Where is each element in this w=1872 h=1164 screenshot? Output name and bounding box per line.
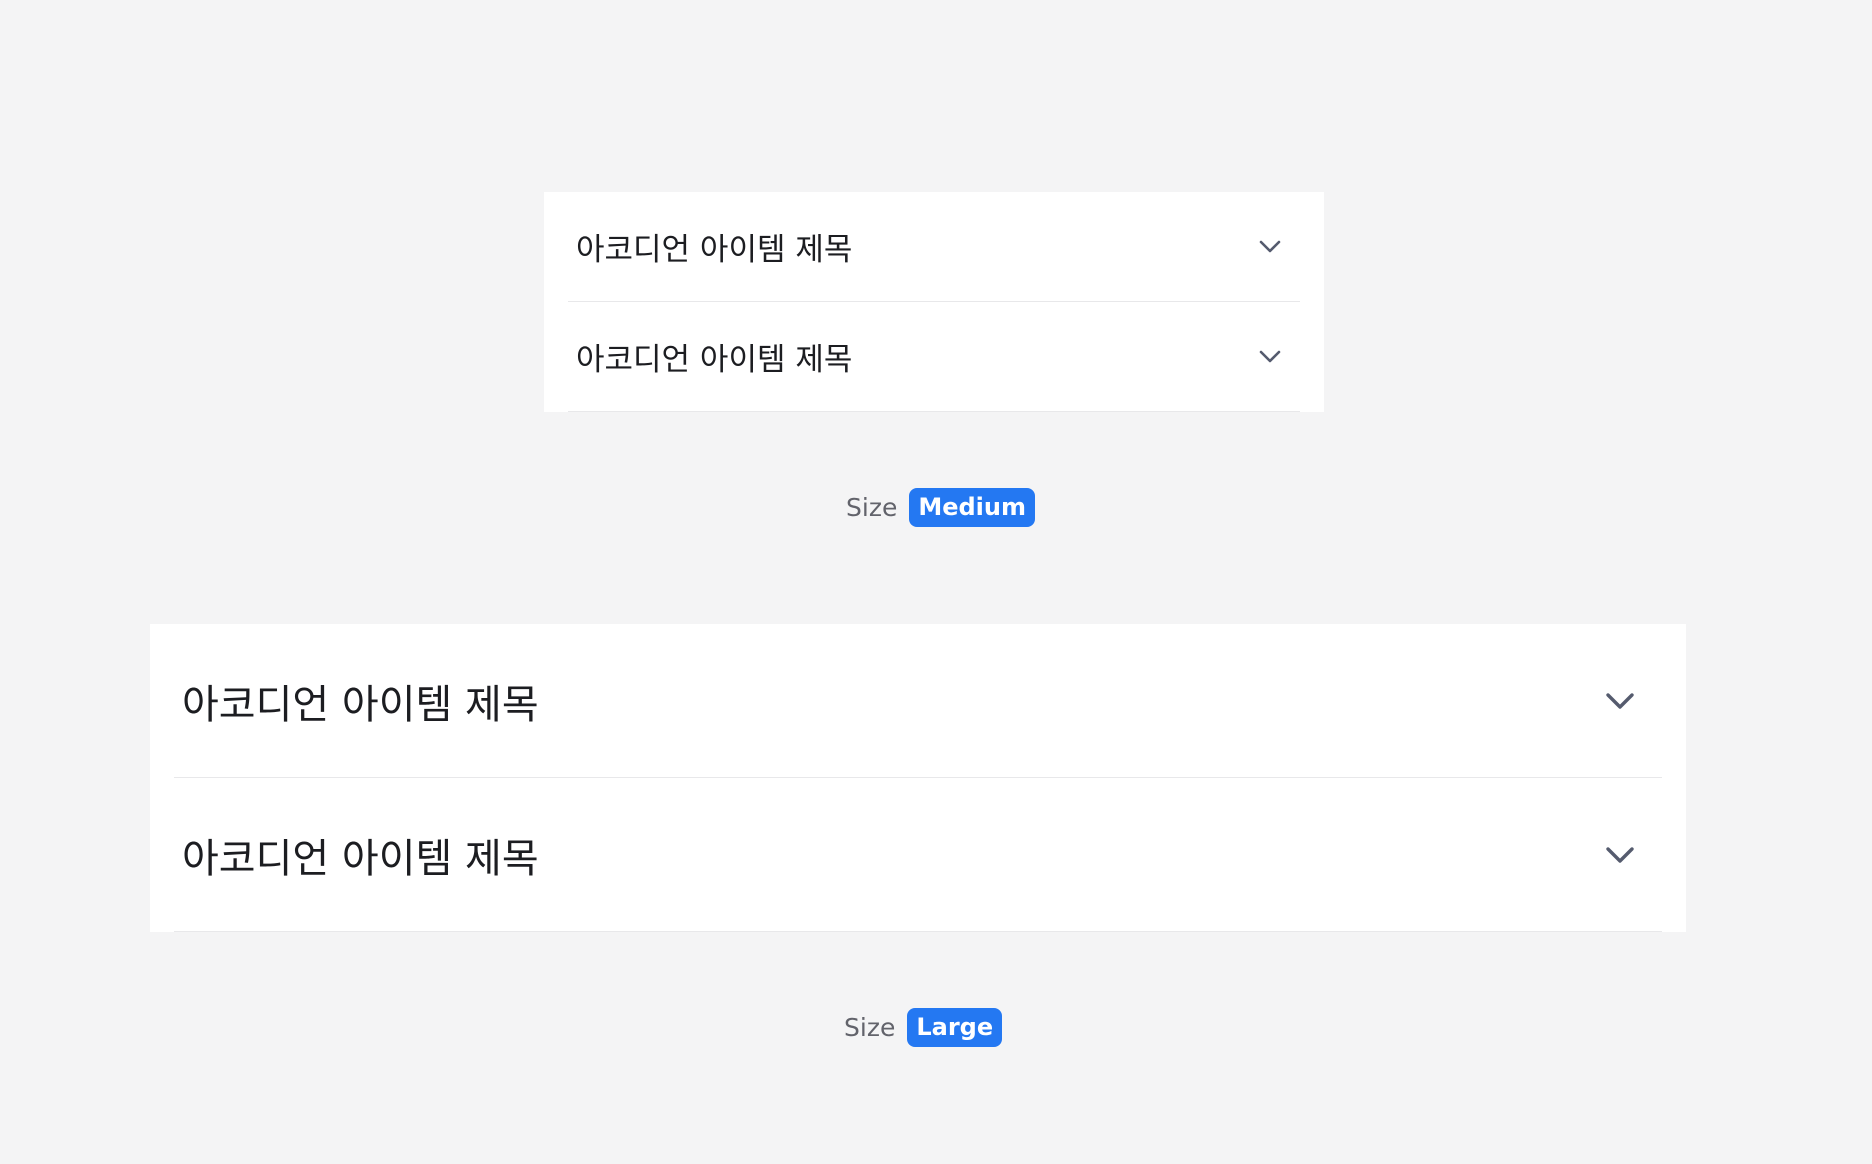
size-caption: Size Large [844, 1008, 1003, 1047]
chevron-down-icon[interactable] [1252, 339, 1288, 375]
size-badge: Medium [909, 488, 1035, 527]
accordion-large: 아코디언 아이템 제목 아코디언 아이템 제목 [150, 624, 1686, 932]
accordion-item[interactable]: 아코디언 아이템 제목 [174, 778, 1662, 932]
accordion-item[interactable]: 아코디언 아이템 제목 [568, 302, 1300, 412]
size-badge: Large [907, 1008, 1003, 1047]
chevron-down-icon[interactable] [1596, 831, 1644, 879]
size-caption: Size Medium [846, 488, 1035, 527]
accordion-item-title: 아코디언 아이템 제목 [576, 232, 853, 268]
chevron-down-icon[interactable] [1252, 229, 1288, 265]
accordion-item[interactable]: 아코디언 아이템 제목 [174, 624, 1662, 778]
accordion-item-title: 아코디언 아이템 제목 [182, 681, 539, 728]
canvas: 아코디언 아이템 제목 아코디언 아이템 제목 Size Medium 아코디언… [0, 0, 1872, 1164]
chevron-down-icon[interactable] [1596, 677, 1644, 725]
size-caption-label: Size [844, 1013, 896, 1042]
accordion-item-title: 아코디언 아이템 제목 [576, 342, 853, 378]
size-caption-label: Size [846, 493, 898, 522]
accordion-item[interactable]: 아코디언 아이템 제목 [568, 192, 1300, 302]
accordion-item-title: 아코디언 아이템 제목 [182, 835, 539, 882]
accordion-medium: 아코디언 아이템 제목 아코디언 아이템 제목 [544, 192, 1324, 412]
